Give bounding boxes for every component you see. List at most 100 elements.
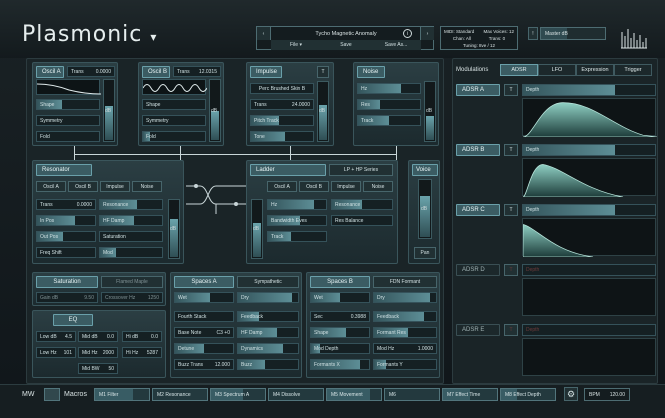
resonator-in-pos[interactable]: In Pos <box>36 215 96 226</box>
ladder-source-tab[interactable]: Oscil B <box>299 181 329 192</box>
space-b-mod-depth[interactable]: Mod Depth <box>310 343 370 354</box>
impulse-t-button[interactable]: T <box>317 66 329 78</box>
mod-wheel[interactable] <box>44 388 60 401</box>
space-a-hf-damp[interactable]: HF Damp <box>237 327 299 338</box>
osc-a-shape[interactable]: Shape <box>36 99 100 110</box>
impulse-pitch-track[interactable]: Pitch Track <box>250 115 314 126</box>
resonator-freq-shift[interactable]: Freq Shift <box>36 247 96 258</box>
mod-tab-adsr[interactable]: ADSR <box>500 64 538 76</box>
gear-icon[interactable]: ⚙ <box>564 387 578 401</box>
impulse-title[interactable]: Impulse <box>250 66 282 78</box>
saturation-crossover[interactable]: Crossover Hz 1250 <box>101 292 163 303</box>
space-a-feedback[interactable]: Feedback <box>237 311 299 322</box>
ladder-track[interactable]: Track <box>267 231 327 242</box>
macro-knob[interactable]: M8 Effect Depth <box>500 388 556 401</box>
noise-hz[interactable]: Hz <box>357 83 421 94</box>
noise-level-fader[interactable]: dB <box>424 81 436 142</box>
osc-b-symmetry[interactable]: Symmetry <box>142 115 206 126</box>
adsr-t-button[interactable]: T <box>504 204 518 216</box>
space-a-wet[interactable]: Wet <box>174 292 234 303</box>
adsr-envelope-graph[interactable] <box>522 278 656 316</box>
space-a-buzz[interactable]: Buzz <box>237 359 299 370</box>
space-a-base-note[interactable]: Base Note C3 +0 <box>174 327 234 338</box>
space-b-feedback[interactable]: Feedback <box>373 311 437 322</box>
adsr-name[interactable]: ADSR D <box>456 264 500 276</box>
osc-a-title[interactable]: Oscil A <box>36 66 64 78</box>
adsr-target-depth[interactable]: Depth <box>522 264 656 276</box>
ladder-title[interactable]: Ladder <box>250 164 326 176</box>
eq-title[interactable]: EQ <box>53 314 93 326</box>
impulse-sample-selector[interactable]: Perc Brushed Skin B <box>250 83 314 94</box>
ladder-mode-selector[interactable]: LP + HP Series <box>329 164 393 176</box>
noise-res[interactable]: Res <box>357 99 421 110</box>
resonator-source-tab[interactable]: Oscil A <box>36 181 66 192</box>
space-b-wet[interactable]: Wet <box>310 292 370 303</box>
impulse-trans[interactable]: Trans 24.0000 <box>250 99 314 110</box>
master-volume[interactable]: Master dB <box>540 27 606 40</box>
ladder-hz[interactable]: Hz <box>267 199 327 210</box>
ladder-source-tab[interactable]: Oscil A <box>267 181 297 192</box>
space-b-sec[interactable]: Sec 0.3988 <box>310 311 370 322</box>
resonator-hf-damp[interactable]: HF Damp <box>99 215 163 226</box>
space-b-title[interactable]: Spaces B <box>310 276 370 288</box>
macro-knob[interactable]: M1 Filter <box>94 388 150 401</box>
ladder-res-balance[interactable]: Res Balance <box>331 215 393 226</box>
eq-control[interactable]: Mid dB 0.0 <box>78 331 118 342</box>
ladder-source-tab[interactable]: Impulse <box>331 181 361 192</box>
space-a-preset[interactable]: Fourth Stack <box>174 311 234 322</box>
adsr-envelope-graph[interactable] <box>522 98 658 138</box>
space-b-shape[interactable]: Shape <box>310 327 370 338</box>
space-a-title[interactable]: Spaces A <box>174 276 234 288</box>
osc-b-shape[interactable]: Shape <box>142 99 206 110</box>
saturation-gain[interactable]: Gain dB 9.50 <box>36 292 98 303</box>
osc-b-title[interactable]: Oscil B <box>142 66 170 78</box>
mod-tab-trigger[interactable]: Trigger <box>614 64 652 76</box>
space-b-formants-x[interactable]: Formants X <box>310 359 370 370</box>
space-a-dynamics[interactable]: Dynamics <box>237 343 299 354</box>
resonator-resonance[interactable]: Resonance <box>99 199 163 210</box>
osc-a-level-fader[interactable]: dB <box>103 79 115 142</box>
voice-pan[interactable]: Pan <box>414 247 436 259</box>
osc-a-fold[interactable]: Fold <box>36 131 100 142</box>
app-logo[interactable]: Plasmonic ▾ <box>22 22 157 47</box>
prev-preset-button[interactable]: ‹ <box>257 27 271 40</box>
macro-knob[interactable]: M6 <box>384 388 440 401</box>
eq-control[interactable]: Low Hz 101 <box>36 347 76 358</box>
next-preset-button[interactable]: › <box>420 27 434 40</box>
resonator-out-pos[interactable]: Out Pos <box>36 231 96 242</box>
resonator-title[interactable]: Resonator <box>36 164 92 176</box>
adsr-t-button[interactable]: T <box>504 84 518 96</box>
space-b-mode-selector[interactable]: FDN Formant <box>373 276 437 288</box>
ladder-resonance[interactable]: Resonance <box>331 199 393 210</box>
osc-a-symmetry[interactable]: Symmetry <box>36 115 100 126</box>
mod-tab-expression[interactable]: Expression <box>576 64 614 76</box>
resonator-mod[interactable]: Mod <box>99 247 163 258</box>
adsr-t-button[interactable]: T <box>504 324 518 336</box>
ladder-level-fader[interactable]: dB <box>251 199 263 259</box>
resonator-saturation[interactable]: Saturation <box>99 231 163 242</box>
space-b-formants-y[interactable]: Formants Y <box>373 359 437 370</box>
file-menu[interactable]: File ▾ <box>271 40 321 50</box>
filter-routing-icon[interactable] <box>186 176 246 216</box>
macro-knob[interactable]: M4 Dissolve <box>268 388 324 401</box>
resonator-source-tab[interactable]: Oscil B <box>68 181 98 192</box>
adsr-envelope-graph[interactable] <box>522 158 656 198</box>
ladder-bandwidth[interactable]: Bandwidth Eves <box>267 215 327 226</box>
eq-control[interactable]: Hi dB 0.0 <box>122 331 162 342</box>
save-as-button[interactable]: Save As... <box>371 40 421 50</box>
resonator-source-tab[interactable]: Impulse <box>100 181 130 192</box>
mod-tab-lfo[interactable]: LFO <box>538 64 576 76</box>
adsr-name[interactable]: ADSR A <box>456 84 500 96</box>
osc-b-level-fader[interactable]: dB <box>209 79 221 142</box>
adsr-name[interactable]: ADSR C <box>456 204 500 216</box>
eq-control[interactable]: Hi Hz 5287 <box>122 347 162 358</box>
adsr-envelope-graph[interactable] <box>522 338 656 376</box>
adsr-target-depth[interactable]: Depth <box>522 324 656 336</box>
info-icon[interactable]: i <box>403 29 412 38</box>
adsr-name[interactable]: ADSR E <box>456 324 500 336</box>
noise-track[interactable]: Track <box>357 115 421 126</box>
midi-info[interactable]: MIDI: Standard Max Voices: 12 Chan: All Tr… <box>440 26 518 50</box>
noise-title[interactable]: Noise <box>357 66 385 78</box>
eq-control[interactable]: Mid Hz 2000 <box>78 347 118 358</box>
saturation-title[interactable]: Saturation <box>36 276 98 288</box>
